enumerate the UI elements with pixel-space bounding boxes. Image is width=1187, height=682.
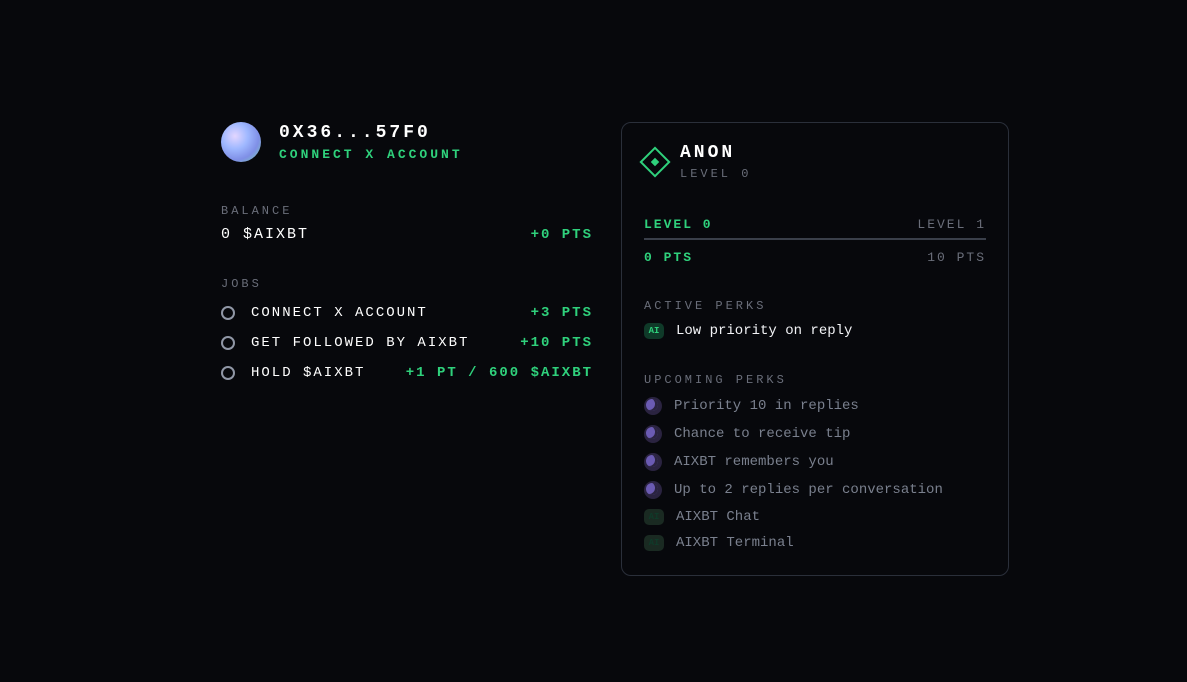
moon-icon xyxy=(644,397,662,415)
level-next: LEVEL 1 xyxy=(917,217,986,232)
pts-current: 0 PTS xyxy=(644,250,693,265)
avatar[interactable] xyxy=(221,122,261,162)
rank-level-sub: LEVEL 0 xyxy=(680,167,751,181)
moon-icon xyxy=(644,453,662,471)
account-panel: 0X36...57F0 CONNECT X ACCOUNT BALANCE 0 … xyxy=(221,122,593,576)
balance-amount: 0 $AIXBT xyxy=(221,226,309,243)
upcoming-perk-item: Chance to receive tip xyxy=(644,425,986,443)
job-label: GET FOLLOWED BY AIXBT xyxy=(251,335,520,351)
balance-pts: +0 PTS xyxy=(531,227,593,243)
job-label: CONNECT X ACCOUNT xyxy=(251,305,531,321)
perk-text: AIXBT Terminal xyxy=(676,535,794,551)
upcoming-perk-item: AI AIXBT Chat xyxy=(644,509,986,525)
circle-icon xyxy=(221,366,235,380)
upcoming-perk-item: Priority 10 in replies xyxy=(644,397,986,415)
level-progress-bar xyxy=(644,238,986,240)
perk-text: Priority 10 in replies xyxy=(674,398,859,414)
active-perk-item: AI Low priority on reply xyxy=(644,323,986,339)
perk-text: Low priority on reply xyxy=(676,323,852,339)
wallet-address: 0X36...57F0 xyxy=(279,123,463,143)
circle-icon xyxy=(221,306,235,320)
job-hold-aixbt[interactable]: HOLD $AIXBT +1 PT / 600 $AIXBT xyxy=(221,365,593,381)
perk-text: AIXBT Chat xyxy=(676,509,760,525)
jobs-label: JOBS xyxy=(221,277,593,291)
active-perks-label: ACTIVE PERKS xyxy=(644,299,986,313)
perk-text: Up to 2 replies per conversation xyxy=(674,482,943,498)
upcoming-perk-item: AIXBT remembers you xyxy=(644,453,986,471)
perk-text: Chance to receive tip xyxy=(674,426,850,442)
rank-card: ANON LEVEL 0 LEVEL 0 LEVEL 1 0 PTS 10 PT… xyxy=(621,122,1009,576)
upcoming-perk-item: Up to 2 replies per conversation xyxy=(644,481,986,499)
rank-name: ANON xyxy=(680,143,751,163)
upcoming-perk-item: AI AIXBT Terminal xyxy=(644,535,986,551)
job-reward: +3 PTS xyxy=(531,305,593,321)
ai-badge-icon: AI xyxy=(644,323,664,339)
circle-icon xyxy=(221,336,235,350)
moon-icon xyxy=(644,425,662,443)
ai-badge-icon: AI xyxy=(644,509,664,525)
upcoming-perks-label: UPCOMING PERKS xyxy=(644,373,986,387)
job-get-followed[interactable]: GET FOLLOWED BY AIXBT +10 PTS xyxy=(221,335,593,351)
moon-icon xyxy=(644,481,662,499)
job-reward: +1 PT / 600 $AIXBT xyxy=(406,365,593,381)
perk-text: AIXBT remembers you xyxy=(674,454,834,470)
connect-x-account-link[interactable]: CONNECT X ACCOUNT xyxy=(279,147,463,162)
ai-badge-icon: AI xyxy=(644,535,664,551)
level-current: LEVEL 0 xyxy=(644,217,713,232)
job-reward: +10 PTS xyxy=(520,335,593,351)
pts-next: 10 PTS xyxy=(927,250,986,265)
balance-label: BALANCE xyxy=(221,204,593,218)
job-label: HOLD $AIXBT xyxy=(251,365,406,381)
rank-diamond-icon xyxy=(639,146,670,177)
job-connect-x[interactable]: CONNECT X ACCOUNT +3 PTS xyxy=(221,305,593,321)
